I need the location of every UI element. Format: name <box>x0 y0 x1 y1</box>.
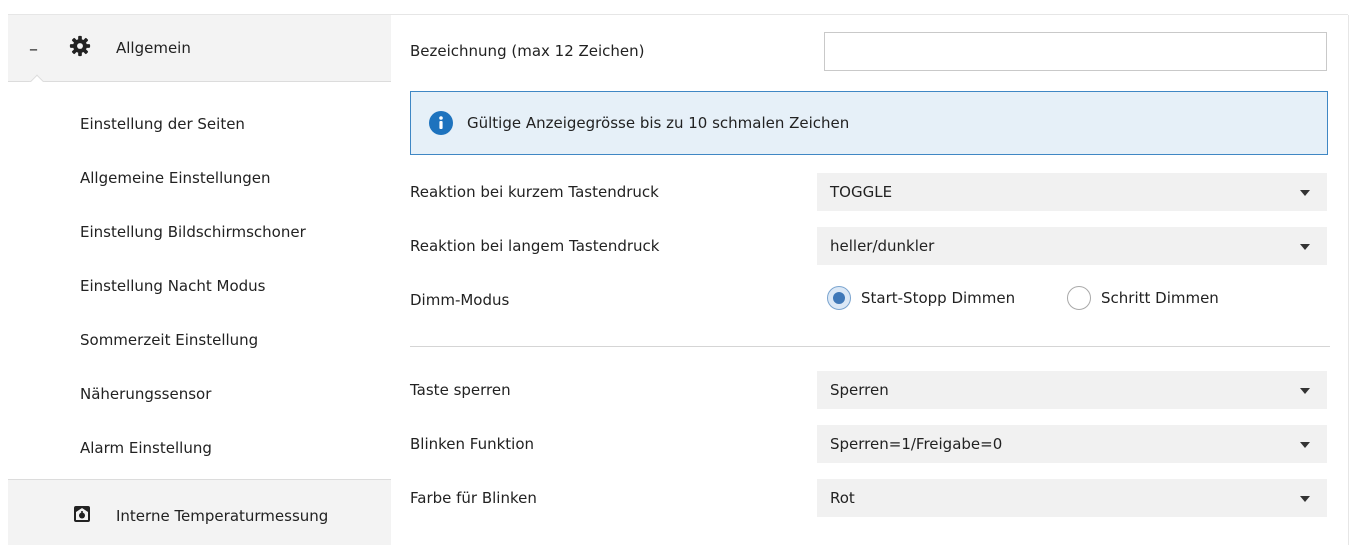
chevron-down-icon <box>1300 496 1310 502</box>
sidebar-item-bildschirmschoner[interactable]: Einstellung Bildschirmschoner <box>80 223 306 241</box>
name-input[interactable] <box>824 32 1327 71</box>
gear-icon <box>69 35 91 57</box>
short-press-select[interactable]: TOGGLE <box>817 173 1327 211</box>
sidebar-group-title: Allgemein <box>116 39 191 57</box>
long-press-value: heller/dunkler <box>830 237 935 255</box>
short-press-label: Reaktion bei kurzem Tastendruck <box>410 183 659 201</box>
long-press-select[interactable]: heller/dunkler <box>817 227 1327 265</box>
chevron-down-icon <box>1300 190 1310 196</box>
chevron-down-icon <box>1300 442 1310 448</box>
short-press-value: TOGGLE <box>830 183 893 201</box>
sidebar-item-sommerzeit[interactable]: Sommerzeit Einstellung <box>80 331 258 349</box>
sidebar-footer-label: Interne Temperaturmessung <box>116 507 329 525</box>
lock-key-label: Taste sperren <box>410 381 511 399</box>
radio-schritt-dimmen[interactable]: Schritt Dimmen <box>1067 285 1257 311</box>
thermometer-device-icon <box>74 506 90 522</box>
sidebar-item-naeherungssensor[interactable]: Näherungssensor <box>80 385 211 403</box>
radio-label-start-stopp: Start-Stopp Dimmen <box>861 289 1016 307</box>
radio-label-schritt: Schritt Dimmen <box>1101 289 1219 307</box>
radio-start-stopp-dimmen[interactable]: Start-Stopp Dimmen <box>827 285 1057 311</box>
blink-color-label: Farbe für Blinken <box>410 489 537 507</box>
radio-unselected-icon[interactable] <box>1067 286 1091 310</box>
blink-color-select[interactable]: Rot <box>817 479 1327 517</box>
blink-function-label: Blinken Funktion <box>410 435 535 453</box>
info-icon <box>429 111 453 135</box>
long-press-label: Reaktion bei langem Tastendruck <box>410 237 660 255</box>
section-divider <box>410 346 1330 347</box>
sidebar-item-allgemeine-einstellungen[interactable]: Allgemeine Einstellungen <box>80 169 271 187</box>
right-border <box>1348 15 1349 545</box>
sidebar-group-allgemein[interactable]: – Allgemein <box>8 15 391 92</box>
blink-color-value: Rot <box>830 489 855 507</box>
sidebar-item-einstellung-der-seiten[interactable]: Einstellung der Seiten <box>80 115 245 133</box>
collapse-icon[interactable]: – <box>29 39 38 60</box>
settings-panel: Bezeichnung (max 12 Zeichen) Gültige Anz… <box>392 15 1348 545</box>
sidebar-group-interne-temperaturmessung[interactable]: Interne Temperaturmessung <box>8 479 391 545</box>
chevron-down-icon <box>1300 244 1310 250</box>
sidebar-list: Einstellung der Seiten Allgemeine Einste… <box>8 82 391 479</box>
lock-key-value: Sperren <box>830 381 889 399</box>
lock-key-select[interactable]: Sperren <box>817 371 1327 409</box>
blink-function-select[interactable]: Sperren=1/Freigabe=0 <box>817 425 1327 463</box>
radio-selected-icon[interactable] <box>827 286 851 310</box>
chevron-down-icon <box>1300 388 1310 394</box>
blink-function-value: Sperren=1/Freigabe=0 <box>830 435 1003 453</box>
sidebar-item-nacht-modus[interactable]: Einstellung Nacht Modus <box>80 277 266 295</box>
sidebar-item-alarm-einstellung[interactable]: Alarm Einstellung <box>80 439 212 457</box>
app-window: – Allgemein Einstellung der Seiten Allge… <box>0 0 1356 545</box>
sidebar: – Allgemein Einstellung der Seiten Allge… <box>8 15 391 545</box>
info-text: Gültige Anzeigegrösse bis zu 10 schmalen… <box>467 114 850 132</box>
info-box: Gültige Anzeigegrösse bis zu 10 schmalen… <box>410 91 1328 155</box>
dim-mode-label: Dimm-Modus <box>410 291 510 309</box>
name-label: Bezeichnung (max 12 Zeichen) <box>410 42 645 60</box>
